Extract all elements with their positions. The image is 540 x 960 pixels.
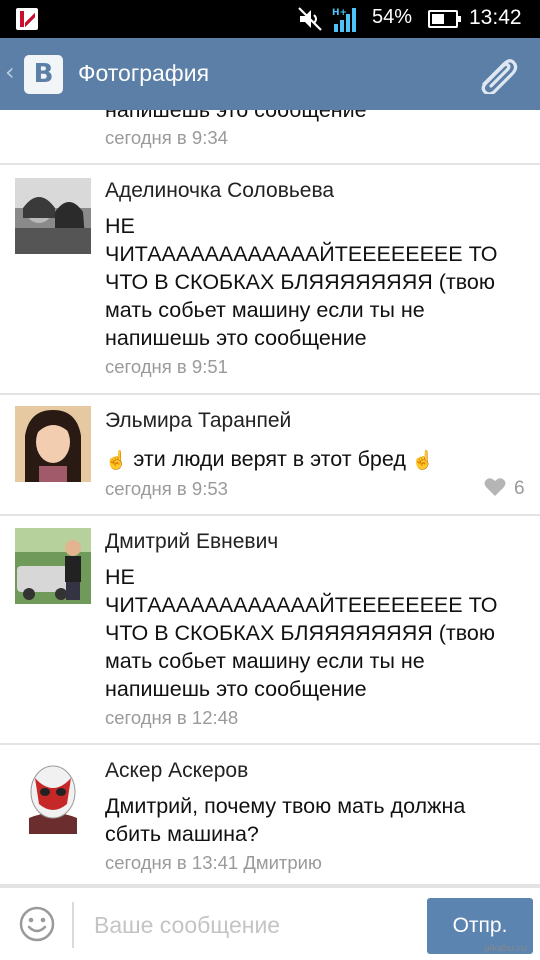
paperclip-icon[interactable]	[476, 54, 520, 94]
comment-text-line: НЕ	[105, 565, 135, 589]
battery-percent: 54%	[372, 6, 413, 28]
comment-text-line: ЧТО В СКОБКАХ БЛЯЯЯЯЯЯЯЯ (твою	[105, 621, 496, 645]
comment-text-line: напишешь это сообщение	[105, 326, 367, 350]
comment-author[interactable]: Аскер Аскеров	[105, 759, 248, 783]
comment-item: Эльмира Таранпей ☝ эти люди верят в этот…	[0, 395, 540, 516]
page-title: Фотография	[78, 60, 210, 86]
like-count: 6	[514, 478, 525, 499]
mute-icon	[298, 7, 322, 31]
message-input[interactable]	[94, 908, 404, 942]
status-bar: H+ 54% 13:42	[0, 0, 540, 38]
comment-timestamp[interactable]: сегодня в 9:51	[105, 356, 228, 378]
comment-text-line: напишешь это сообщение	[105, 110, 367, 122]
comment-author[interactable]: Дмитрий Евневич	[105, 530, 278, 554]
vk-logo-icon[interactable]: В	[24, 55, 63, 94]
comment-timestamp[interactable]: сегодня в 9:34	[105, 127, 228, 149]
comment-text-line: мать собьет машину если ты не	[105, 649, 425, 673]
heart-icon	[484, 478, 506, 496]
comment-text-line: эти люди верят в этот бред	[133, 447, 406, 471]
comment-text: напишешь это сообщение	[105, 110, 530, 124]
watermark: pikabu.ru	[484, 944, 527, 954]
avatar[interactable]	[15, 528, 91, 604]
comment-author[interactable]: Аделиночка Соловьева	[105, 179, 334, 203]
avatar[interactable]	[15, 178, 91, 254]
message-composer: Отпр.	[0, 886, 540, 960]
pointing-up-emoji-icon: ☝	[411, 450, 435, 470]
comment-item: Аскер Аскеров Дмитрий, почему твою мать …	[0, 745, 540, 886]
comment-text-line: НЕ	[105, 214, 135, 238]
comment-text-line: напишешь это сообщение	[105, 677, 367, 701]
comments-feed[interactable]: напишешь это сообщение сегодня в 9:34 Ад…	[0, 110, 540, 886]
pointing-up-emoji-icon: ☝	[105, 450, 128, 470]
comment-text: ☝ эти люди верят в этот бред ☝	[105, 445, 530, 474]
comment-item: Дмитрий Евневич НЕ ЧИТААААААААААААЙТЕЕЕЕ…	[0, 516, 540, 745]
comment-text-line: Дмитрий, почему твою мать должна	[105, 794, 466, 818]
composer-divider	[72, 902, 74, 948]
comment-timestamp[interactable]: сегодня в 13:41 Дмитрию	[105, 852, 322, 874]
comment-item: напишешь это сообщение сегодня в 9:34	[0, 110, 540, 165]
antivirus-app-icon	[16, 8, 38, 30]
like-button[interactable]: 6	[484, 477, 525, 500]
battery-icon	[428, 10, 461, 28]
app-header: ‹ В Фотография	[0, 38, 540, 110]
comment-text: Дмитрий, почему твою мать должна сбить м…	[105, 792, 530, 848]
back-chevron-icon[interactable]: ‹	[5, 58, 15, 86]
signal-icon: H+	[332, 8, 356, 32]
comment-timestamp[interactable]: сегодня в 12:48	[105, 707, 238, 729]
comment-text-line: ЧИТААААААААААААЙТЕЕЕЕЕЕЕЕ ТО	[105, 242, 498, 266]
comment-text-line: сбить машина?	[105, 822, 259, 846]
comment-text-line: мать собьет машину если ты не	[105, 298, 425, 322]
avatar[interactable]	[15, 758, 91, 834]
avatar[interactable]	[15, 406, 91, 482]
comment-text-line: ЧТО В СКОБКАХ БЛЯЯЯЯЯЯЯЯ (твою	[105, 270, 496, 294]
smiley-icon[interactable]	[18, 905, 56, 943]
battery-fill	[432, 14, 444, 24]
comment-author[interactable]: Эльмира Таранпей	[105, 409, 291, 433]
comment-text: НЕ ЧИТААААААААААААЙТЕЕЕЕЕЕЕЕ ТО ЧТО В СК…	[105, 212, 530, 352]
comment-item: Аделиночка Соловьева НЕ ЧИТААААААААААААЙ…	[0, 165, 540, 395]
clock: 13:42	[469, 6, 522, 29]
network-type-label: H+	[332, 8, 347, 18]
comment-text: НЕ ЧИТААААААААААААЙТЕЕЕЕЕЕЕЕ ТО ЧТО В СК…	[105, 563, 530, 703]
comment-text-line: ЧИТААААААААААААЙТЕЕЕЕЕЕЕЕ ТО	[105, 593, 498, 617]
comment-timestamp[interactable]: сегодня в 9:53	[105, 478, 228, 500]
comment-text-line-with-emoji: ☝ эти люди верят в этот бред ☝	[105, 445, 530, 474]
